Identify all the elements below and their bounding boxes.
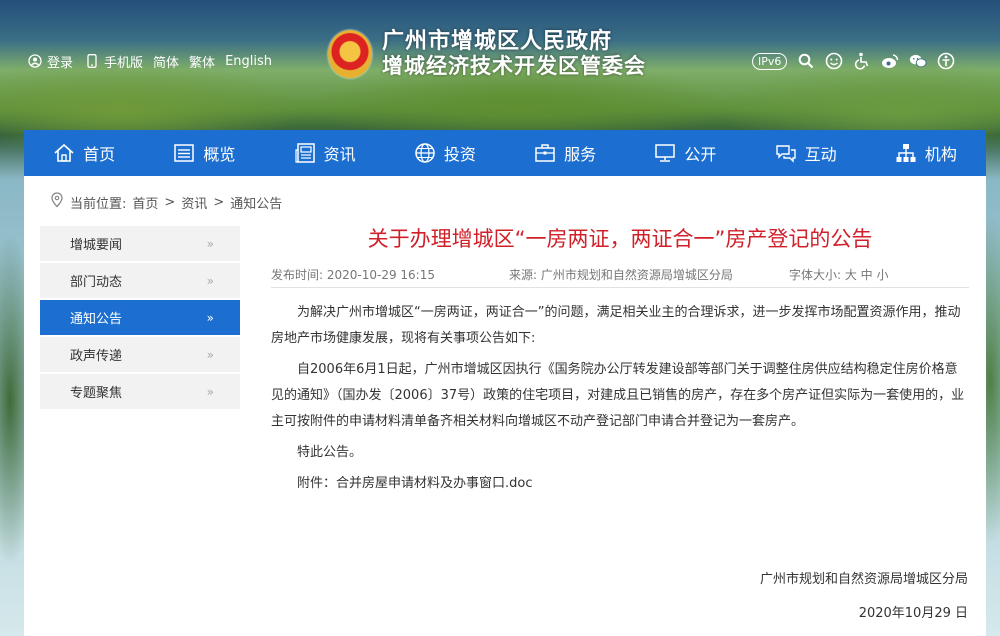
nav-item-label: 服务 xyxy=(564,145,597,164)
sidebar-item-key-news[interactable]: 增城要闻 » xyxy=(40,226,240,261)
breadcrumb-separator: > xyxy=(164,194,176,210)
mobile-phone-icon xyxy=(83,52,101,70)
nav-item-interaction[interactable]: 互动 xyxy=(746,130,866,176)
article-source: 来源: 广州市规划和自然资源局增城区分局 xyxy=(509,268,733,282)
nav-item-label: 首页 xyxy=(83,145,116,164)
breadcrumb: 当前位置: 首页 > 资讯 > 通知公告 xyxy=(50,192,282,212)
nav-item-label: 概览 xyxy=(203,145,236,164)
search-icon[interactable] xyxy=(797,52,815,70)
wheelchair-icon[interactable] xyxy=(853,52,871,70)
sidebar-item-label: 通知公告 xyxy=(70,312,123,327)
signature-organization: 广州市规划和自然资源局增城区分局 xyxy=(759,572,968,587)
nav-item-news[interactable]: 资讯 xyxy=(265,130,385,176)
nav-item-label: 投资 xyxy=(443,145,476,164)
brand-title-line1: 广州市增城区人民政府 xyxy=(382,29,613,54)
nav-item-label: 公开 xyxy=(684,145,717,164)
font-size-controls[interactable]: 字体大小: 大 中 小 xyxy=(789,266,889,283)
national-emblem-logo xyxy=(328,30,372,78)
sidebar-item-label: 增城要闻 xyxy=(70,238,123,253)
login-label: 登录 xyxy=(47,55,74,71)
article-meta: 发布时间: 2020-10-29 16:15 来源: 广州市规划和自然资源局增城… xyxy=(271,262,969,288)
sidebar-item-label: 专题聚焦 xyxy=(70,386,123,401)
article-title: 关于办理增城区“一房两证，两证合一”房产登记的公告 xyxy=(367,227,873,251)
chat-icon xyxy=(775,145,796,163)
globe-icon xyxy=(415,143,435,163)
sidebar-item-notices[interactable]: 通知公告 » xyxy=(40,300,240,335)
elderly-mode-icon[interactable] xyxy=(937,52,955,70)
article-body: 为解决广州市增城区“一房两证，两证合一”的问题，满足相关业主的合理诉求，进一步发… xyxy=(271,300,969,497)
user-icon xyxy=(26,52,44,70)
simplified-chinese-link[interactable]: 简体 xyxy=(153,52,179,71)
org-icon xyxy=(896,144,916,162)
nav-item-investment[interactable]: 投资 xyxy=(385,130,505,176)
site-brand[interactable]: 广州市增城区人民政府 增城经济技术开发区管委会 xyxy=(328,30,646,78)
article: 关于办理增城区“一房两证，两证合一”房产登记的公告 发布时间: 2020-10-… xyxy=(271,222,969,502)
double-chevron-right-icon: » xyxy=(206,310,214,325)
sidebar-item-label: 政声传递 xyxy=(70,349,123,364)
sidebar-item-government-voice[interactable]: 政声传递 » xyxy=(40,337,240,372)
double-chevron-right-icon: » xyxy=(206,273,214,288)
nav-item-label: 互动 xyxy=(804,145,837,164)
nav-item-public[interactable]: 公开 xyxy=(625,130,745,176)
mobile-version-label: 手机版 xyxy=(104,55,144,71)
content-panel: 当前位置: 首页 > 资讯 > 通知公告 增城要闻 » 部门动态 » 通知公告 … xyxy=(24,176,986,636)
english-link[interactable]: English xyxy=(225,54,272,69)
nav-item-label: 机构 xyxy=(924,145,957,164)
monitor-icon xyxy=(655,144,676,162)
traditional-chinese-link[interactable]: 繁体 xyxy=(189,52,215,71)
mobile-version-link[interactable]: 手机版 xyxy=(83,52,143,71)
article-paragraph: 特此公告。 xyxy=(297,445,363,460)
news-icon xyxy=(295,143,315,163)
wechat-icon[interactable] xyxy=(909,52,927,70)
publish-time: 发布时间: 2020-10-29 16:15 xyxy=(271,268,435,282)
weibo-icon[interactable] xyxy=(881,52,899,70)
list-icon xyxy=(174,144,195,162)
location-pin-icon xyxy=(50,192,64,212)
nav-item-overview[interactable]: 概览 xyxy=(144,130,264,176)
breadcrumb-home-link[interactable]: 首页 xyxy=(132,193,158,212)
sidebar-item-special-topics[interactable]: 专题聚焦 » xyxy=(40,374,240,409)
briefcase-icon xyxy=(535,144,555,162)
brand-title-line2: 增城经济技术开发区管委会 xyxy=(382,54,646,78)
signature-date: 2020年10月29 日 xyxy=(858,606,968,621)
breadcrumb-separator: > xyxy=(213,194,225,210)
ipv6-badge: IPv6 xyxy=(752,52,788,70)
main-navigation: 首页 概览 资讯 投资 服务 公开 互动 机构 xyxy=(24,130,986,176)
home-icon xyxy=(54,143,74,162)
nav-item-service[interactable]: 服务 xyxy=(505,130,625,176)
login-link[interactable]: 登录 xyxy=(26,52,73,71)
accessibility-face-icon[interactable] xyxy=(825,52,843,70)
double-chevron-right-icon: » xyxy=(206,347,214,362)
breadcrumb-prefix: 当前位置: xyxy=(70,196,127,212)
double-chevron-right-icon: » xyxy=(206,236,214,251)
article-paragraph: 自2006年6月1日起，广州市增城区因执行《国务院办公厅转发建设部等部门关于调整… xyxy=(271,362,965,429)
sidebar-item-department-news[interactable]: 部门动态 » xyxy=(40,263,240,298)
attachment-link[interactable]: 附件：合并房屋申请材料及办事窗口.doc xyxy=(271,471,969,497)
sidebar-menu: 增城要闻 » 部门动态 » 通知公告 » 政声传递 » 专题聚焦 » xyxy=(40,226,240,411)
nav-item-label: 资讯 xyxy=(323,145,356,164)
double-chevron-right-icon: » xyxy=(206,384,214,399)
nav-item-home[interactable]: 首页 xyxy=(24,130,144,176)
breadcrumb-news-link[interactable]: 资讯 xyxy=(181,193,207,212)
nav-item-organization[interactable]: 机构 xyxy=(866,130,986,176)
breadcrumb-notice-link[interactable]: 通知公告 xyxy=(230,193,282,212)
sidebar-item-label: 部门动态 xyxy=(70,275,123,290)
article-paragraph: 为解决广州市增城区“一房两证，两证合一”的问题，满足相关业主的合理诉求，进一步发… xyxy=(271,305,961,346)
